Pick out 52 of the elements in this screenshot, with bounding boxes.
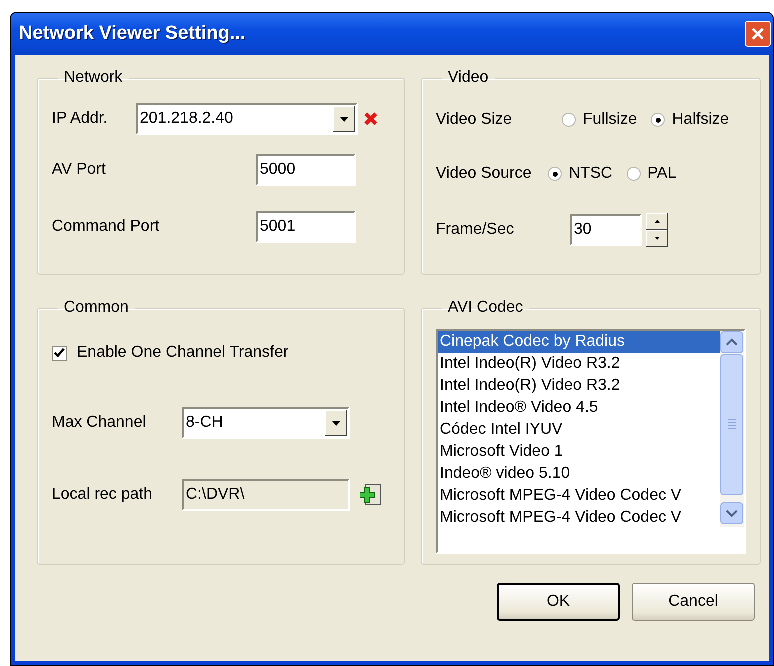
radio-button[interactable]: [626, 167, 641, 181]
radio-label[interactable]: Halfsize: [672, 111, 730, 129]
close-button[interactable]: [745, 21, 771, 47]
vertical-scrollbar[interactable]: [720, 331, 744, 527]
list-item[interactable]: Intel Indeo(R) Video R3.2: [438, 375, 720, 397]
caret-icon: [340, 116, 348, 122]
checkbox-label[interactable]: Enable One Channel Transfer: [77, 344, 289, 362]
radio-button[interactable]: [651, 113, 666, 127]
radio-label[interactable]: Fullsize: [583, 111, 638, 129]
list-item[interactable]: Códec Intel IYUV: [438, 419, 720, 441]
radio-label[interactable]: PAL: [648, 165, 677, 183]
field-label: Frame/Sec: [436, 221, 516, 239]
list-item[interactable]: Indeo® video 5.10: [438, 463, 720, 485]
field-label: Max Channel: [52, 414, 148, 432]
dialog-button[interactable]: OK: [497, 583, 620, 621]
field-label: AV Port: [52, 161, 107, 179]
field-label: IP Addr.: [52, 110, 109, 128]
add-folder-icon[interactable]: [360, 483, 382, 507]
caret-icon: [654, 237, 660, 240]
group-title: AVI Codec: [447, 299, 524, 317]
field-label: Video Size: [436, 111, 514, 129]
checkbox[interactable]: [52, 346, 67, 360]
input-field[interactable]: 30: [570, 214, 642, 246]
radio-button[interactable]: [548, 167, 562, 181]
group-title: Video: [447, 69, 490, 87]
field-label: Command Port: [52, 218, 161, 236]
input-field: C:\DVR\: [182, 479, 350, 511]
group-title: Network: [63, 69, 124, 87]
dialog-button[interactable]: Cancel: [632, 583, 755, 621]
spin-down-button[interactable]: [646, 230, 668, 247]
delete-icon[interactable]: [364, 112, 378, 126]
field-label: Local rec path: [52, 486, 154, 504]
caret-up-icon: [654, 220, 660, 223]
ip-address-combo[interactable]: 201.218.2.40: [136, 103, 358, 135]
list-item[interactable]: Microsoft Video 1: [438, 441, 720, 463]
radio-label[interactable]: NTSC: [569, 165, 613, 183]
group-title: Common: [63, 299, 130, 317]
check-icon: [54, 348, 65, 358]
list-item[interactable]: Cinepak Codec by Radius: [438, 331, 720, 353]
list-item[interactable]: Microsoft MPEG-4 Video Codec V: [438, 485, 720, 507]
list-item[interactable]: Intel Indeo® Video 4.5: [438, 397, 720, 419]
input-field[interactable]: 5001: [256, 211, 356, 243]
list-item[interactable]: Microsoft MPEG-4 Video Codec V: [438, 507, 720, 529]
spin-up-button[interactable]: [646, 213, 668, 230]
radio-button[interactable]: [562, 113, 576, 127]
list-item[interactable]: Intel Indeo(R) Video R3.2: [438, 353, 720, 375]
max-channel-combo[interactable]: 8-CH: [182, 407, 350, 439]
caret-icon: [332, 420, 340, 426]
input-field[interactable]: 5000: [256, 154, 356, 186]
window-title: Network Viewer Setting...: [19, 23, 246, 45]
close-icon: [751, 27, 765, 41]
field-label: Video Source: [436, 165, 533, 183]
